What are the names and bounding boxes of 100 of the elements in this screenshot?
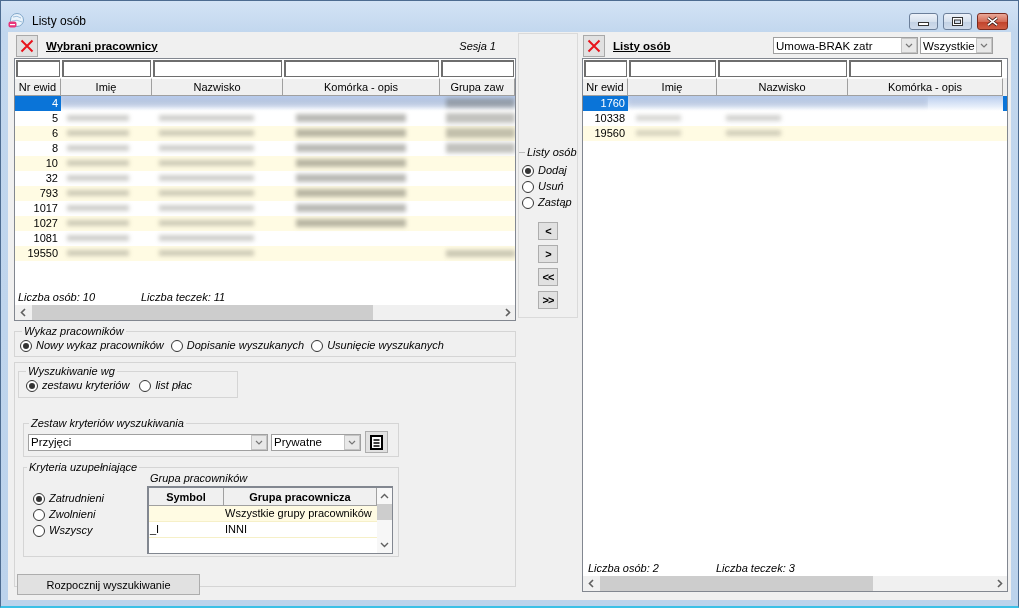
radio-label[interactable]: Usuń	[538, 180, 564, 193]
filter-field[interactable]	[16, 60, 60, 77]
group-title: Zestaw kryteriów wyszukiwania	[30, 417, 185, 430]
table-cell[interactable]: 1017	[15, 201, 61, 216]
horizontal-scrollbar[interactable]	[15, 305, 515, 320]
group-title: Listy osób	[527, 146, 577, 159]
panel-title: Listy osób	[613, 39, 671, 52]
radio-label[interactable]: Usunięcie wyszukanych	[327, 339, 444, 352]
minimize-button[interactable]	[909, 13, 938, 30]
scrollbar-thumb[interactable]	[600, 576, 873, 591]
column-header[interactable]: Imię	[61, 78, 152, 96]
filter-field[interactable]	[153, 60, 282, 77]
table-cell[interactable]: 6	[15, 126, 61, 141]
close-button[interactable]	[977, 13, 1008, 30]
app-icon	[8, 13, 24, 29]
radio-label[interactable]: Zatrudnieni	[49, 492, 105, 505]
session-label: Sesja 1	[459, 39, 496, 52]
chevron-down-icon[interactable]	[344, 434, 360, 450]
radio-label[interactable]: Wszyscy	[49, 524, 93, 537]
filter-dropdown[interactable]: Umowa-BRAK zatr	[773, 37, 918, 54]
table-cell[interactable]: 1081	[15, 231, 61, 246]
clear-list-button[interactable]	[583, 34, 605, 57]
chevron-left-icon[interactable]	[587, 579, 594, 588]
chevron-down-icon[interactable]	[251, 434, 267, 450]
document-icon	[370, 434, 383, 450]
panel-title: Wybrani pracownicy	[46, 39, 158, 52]
close-icon	[986, 16, 999, 27]
radio-label[interactable]: Dodaj	[538, 164, 567, 177]
filter-field[interactable]	[284, 60, 439, 77]
column-header[interactable]: Nazwisko	[717, 78, 848, 96]
chevron-right-icon[interactable]	[996, 579, 1003, 588]
transfer-button[interactable]: >>	[538, 291, 558, 309]
scrollbar-thumb[interactable]	[377, 504, 392, 520]
group-label: Grupa pracowników	[150, 472, 249, 485]
chevron-down-icon[interactable]	[380, 542, 389, 548]
table-cell[interactable]: 8	[15, 141, 61, 156]
radio-button[interactable]	[33, 508, 45, 521]
radio-label[interactable]: Zwolnieni	[49, 508, 96, 521]
radio-button[interactable]	[522, 164, 534, 177]
radio-label[interactable]: list płac	[155, 379, 193, 392]
chevron-left-icon[interactable]	[19, 308, 26, 317]
table-cell[interactable]: 10338	[583, 111, 628, 126]
transfer-button[interactable]: <	[538, 222, 558, 240]
column-header[interactable]: Nazwisko	[152, 78, 283, 96]
filter-field[interactable]	[629, 60, 716, 77]
table-cell-text: INNI	[224, 522, 248, 537]
filter-field[interactable]	[849, 60, 1002, 77]
chevron-down-icon[interactable]	[976, 38, 992, 53]
chevron-up-icon[interactable]	[380, 493, 389, 499]
table-cell[interactable]: 1027	[15, 216, 61, 231]
start-search-button[interactable]: Rozpocznij wyszukiwanie	[17, 574, 200, 595]
chevron-down-icon[interactable]	[901, 38, 917, 53]
transfer-button[interactable]: >	[538, 245, 558, 263]
cross-icon	[587, 38, 601, 53]
table-cell[interactable]: 32	[15, 171, 61, 186]
chevron-right-icon[interactable]	[504, 308, 511, 317]
filter-dropdown[interactable]: Wszystkie	[920, 37, 993, 54]
radio-label[interactable]: zestawu kryteriów	[42, 379, 130, 392]
table-cell[interactable]: 4	[15, 96, 61, 111]
radio-label[interactable]: Nowy wykaz pracowników	[36, 339, 164, 352]
filter-field[interactable]	[62, 60, 151, 77]
vertical-scrollbar[interactable]	[377, 488, 392, 553]
group-title: Kryteria uzupełniające	[28, 461, 139, 474]
filter-field[interactable]	[718, 60, 847, 77]
radio-button[interactable]	[311, 339, 324, 352]
scrollbar-thumb[interactable]	[32, 305, 373, 320]
radio-label[interactable]: Zastąp	[538, 196, 572, 209]
maximize-button[interactable]	[943, 13, 972, 30]
transfer-button[interactable]: <<	[538, 268, 558, 286]
table-cell[interactable]: 5	[15, 111, 61, 126]
filter-field[interactable]	[584, 60, 627, 77]
radio-button[interactable]	[522, 180, 534, 193]
person-count: Liczba osób: 10	[18, 290, 97, 304]
table-cell[interactable]: 19550	[15, 246, 61, 261]
table-cell-text: _I	[149, 522, 161, 537]
radio-button[interactable]	[139, 379, 152, 392]
clear-list-button[interactable]	[16, 34, 38, 57]
criteria-set-dropdown[interactable]: Przyjęci	[28, 433, 268, 451]
radio-button[interactable]	[522, 196, 534, 209]
filter-field[interactable]	[441, 60, 514, 77]
radio-button[interactable]	[33, 524, 45, 537]
radio-button[interactable]	[170, 339, 183, 352]
table-cell[interactable]: 793	[15, 186, 61, 201]
table-cell[interactable]: 19560	[583, 126, 628, 141]
column-header[interactable]: Komórka - opis	[283, 78, 440, 96]
radio-label[interactable]: Dopisanie wyszukanych	[186, 339, 305, 352]
table-cell[interactable]: 10	[15, 156, 61, 171]
column-header[interactable]: Imię	[628, 78, 717, 96]
radio-button[interactable]	[26, 379, 38, 392]
radio-button[interactable]	[20, 339, 32, 352]
criteria-button[interactable]	[365, 431, 388, 453]
group-title: Wykaz pracowników	[23, 325, 125, 338]
table-cell[interactable]: 1760	[583, 96, 628, 111]
horizontal-scrollbar[interactable]	[583, 576, 1007, 591]
window-title: Listy osób	[32, 13, 87, 29]
column-header[interactable]: Komórka - opis	[848, 78, 1003, 96]
radio-button[interactable]	[33, 492, 45, 505]
person-count: Liczba osób: 2	[588, 561, 660, 575]
scope-dropdown[interactable]: Prywatne	[271, 433, 361, 451]
table-cell-text: Wszystkie grupy pracowników	[224, 506, 373, 521]
